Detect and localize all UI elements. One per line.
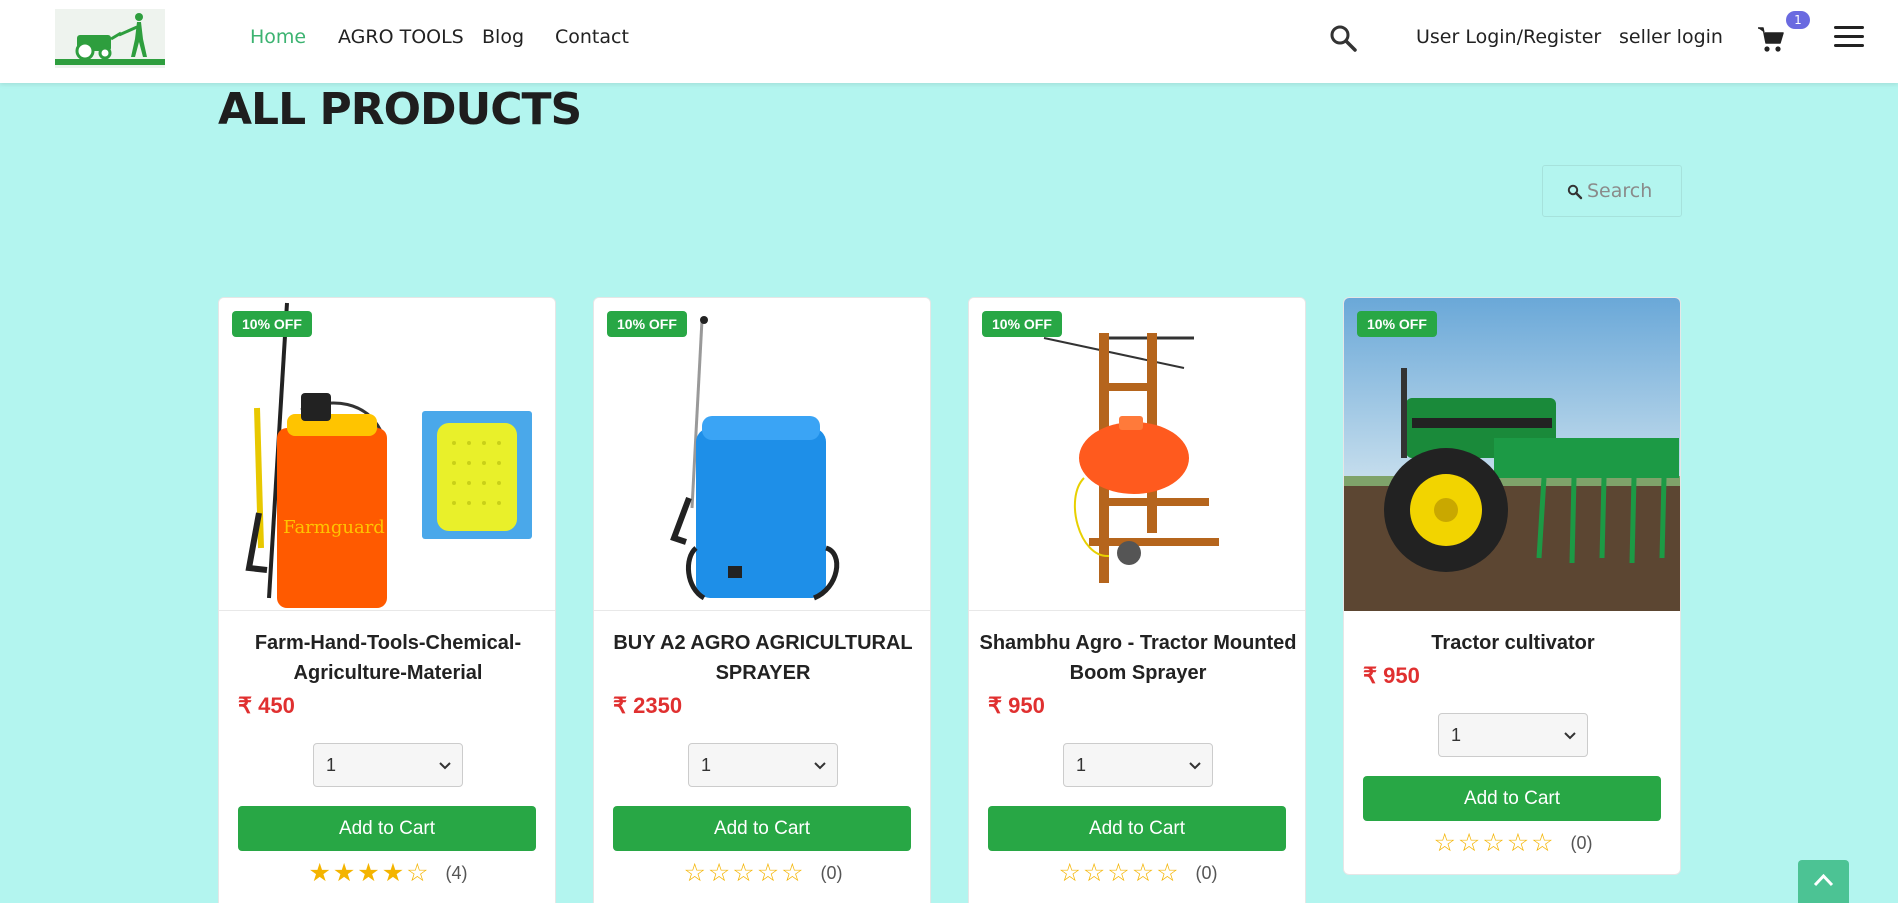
product-image[interactable]: 10% OFF (1344, 298, 1680, 611)
rating-count: (0) (1195, 862, 1218, 883)
quantity-select[interactable]: 1 (688, 743, 838, 787)
rating-count: (0) (820, 862, 843, 883)
product-title[interactable]: BUY A2 AGRO AGRICULTURAL SPRAYER (604, 628, 922, 688)
rating-count: (4) (445, 862, 468, 883)
product-card: 10% OFF Tractor cultivator ₹ 950 1 Add t… (1343, 297, 1681, 875)
nav-seller-login[interactable]: seller login (1619, 26, 1723, 48)
chevron-down-icon (439, 762, 451, 770)
product-price: ₹ 2350 (613, 693, 683, 718)
search-icon[interactable] (1329, 24, 1357, 52)
chevron-down-icon (1189, 762, 1201, 770)
add-to-cart-button[interactable]: Add to Cart (613, 806, 911, 851)
logo-farmer-icon (55, 13, 165, 65)
quantity-value: 1 (326, 755, 337, 775)
nav-home[interactable]: Home (250, 26, 306, 48)
product-card: Farmguard 10% OFF Farm-Hand-Tools-Chemic… (218, 297, 556, 903)
nav-agro-tools[interactable]: AGRO TOOLS (338, 26, 464, 48)
product-rating: ☆☆☆☆☆ (0) (1344, 828, 1680, 858)
product-title[interactable]: Shambhu Agro - Tractor Mounted Boom Spra… (979, 628, 1297, 688)
product-rating: ★★★★☆ (4) (219, 858, 555, 888)
nav-contact[interactable]: Contact (555, 26, 629, 48)
rating-stars: ★★★★☆ (308, 859, 431, 887)
quantity-select[interactable]: 1 (313, 743, 463, 787)
product-image[interactable]: 10% OFF (594, 298, 930, 611)
rating-stars: ☆☆☆☆☆ (1433, 829, 1556, 857)
product-card: 10% OFF BUY A2 AGRO AGRICULTURAL SPRAYER… (593, 297, 931, 903)
site-logo[interactable] (55, 9, 165, 68)
product-search[interactable] (1542, 165, 1682, 217)
add-to-cart-button[interactable]: Add to Cart (988, 806, 1286, 851)
discount-badge: 10% OFF (607, 311, 687, 337)
product-rating: ☆☆☆☆☆ (0) (594, 858, 930, 888)
product-image[interactable]: Farmguard 10% OFF (219, 298, 555, 611)
product-price: ₹ 950 (1363, 663, 1420, 688)
navbar: Home AGRO TOOLS Blog Contact User Login/… (0, 0, 1898, 83)
product-card: 10% OFF Shambhu Agro - Tractor Mounted B… (968, 297, 1306, 903)
product-title[interactable]: Farm-Hand-Tools-Chemical-Agriculture-Mat… (229, 628, 547, 688)
hamburger-menu-icon[interactable] (1834, 26, 1864, 50)
search-input[interactable] (1587, 176, 1677, 206)
discount-badge: 10% OFF (232, 311, 312, 337)
rating-stars: ☆☆☆☆☆ (1058, 859, 1181, 887)
page-title: ALL PRODUCTS (218, 84, 582, 135)
add-to-cart-button[interactable]: Add to Cart (238, 806, 536, 851)
search-icon (1567, 184, 1583, 200)
add-to-cart-button[interactable]: Add to Cart (1363, 776, 1661, 821)
rating-stars: ☆☆☆☆☆ (683, 859, 806, 887)
product-price: ₹ 450 (238, 693, 295, 718)
nav-blog[interactable]: Blog (482, 26, 524, 48)
product-price: ₹ 950 (988, 693, 1045, 718)
quantity-select[interactable]: 1 (1438, 713, 1588, 757)
chevron-up-icon (1813, 873, 1834, 887)
quantity-value: 1 (701, 755, 712, 775)
cart-count-badge: 1 (1786, 11, 1810, 29)
chevron-down-icon (814, 762, 826, 770)
quantity-value: 1 (1076, 755, 1087, 775)
back-to-top-button[interactable] (1798, 860, 1849, 903)
discount-badge: 10% OFF (1357, 311, 1437, 337)
cart-icon[interactable] (1756, 24, 1786, 54)
rating-count: (0) (1570, 832, 1593, 853)
nav-user-login[interactable]: User Login/Register (1416, 26, 1601, 48)
chevron-down-icon (1564, 732, 1576, 740)
product-title[interactable]: Tractor cultivator (1354, 628, 1672, 658)
quantity-select[interactable]: 1 (1063, 743, 1213, 787)
product-image[interactable]: 10% OFF (969, 298, 1305, 611)
product-rating: ☆☆☆☆☆ (0) (969, 858, 1305, 888)
svg-text:Farmguard: Farmguard (283, 517, 385, 538)
discount-badge: 10% OFF (982, 311, 1062, 337)
quantity-value: 1 (1451, 725, 1462, 745)
